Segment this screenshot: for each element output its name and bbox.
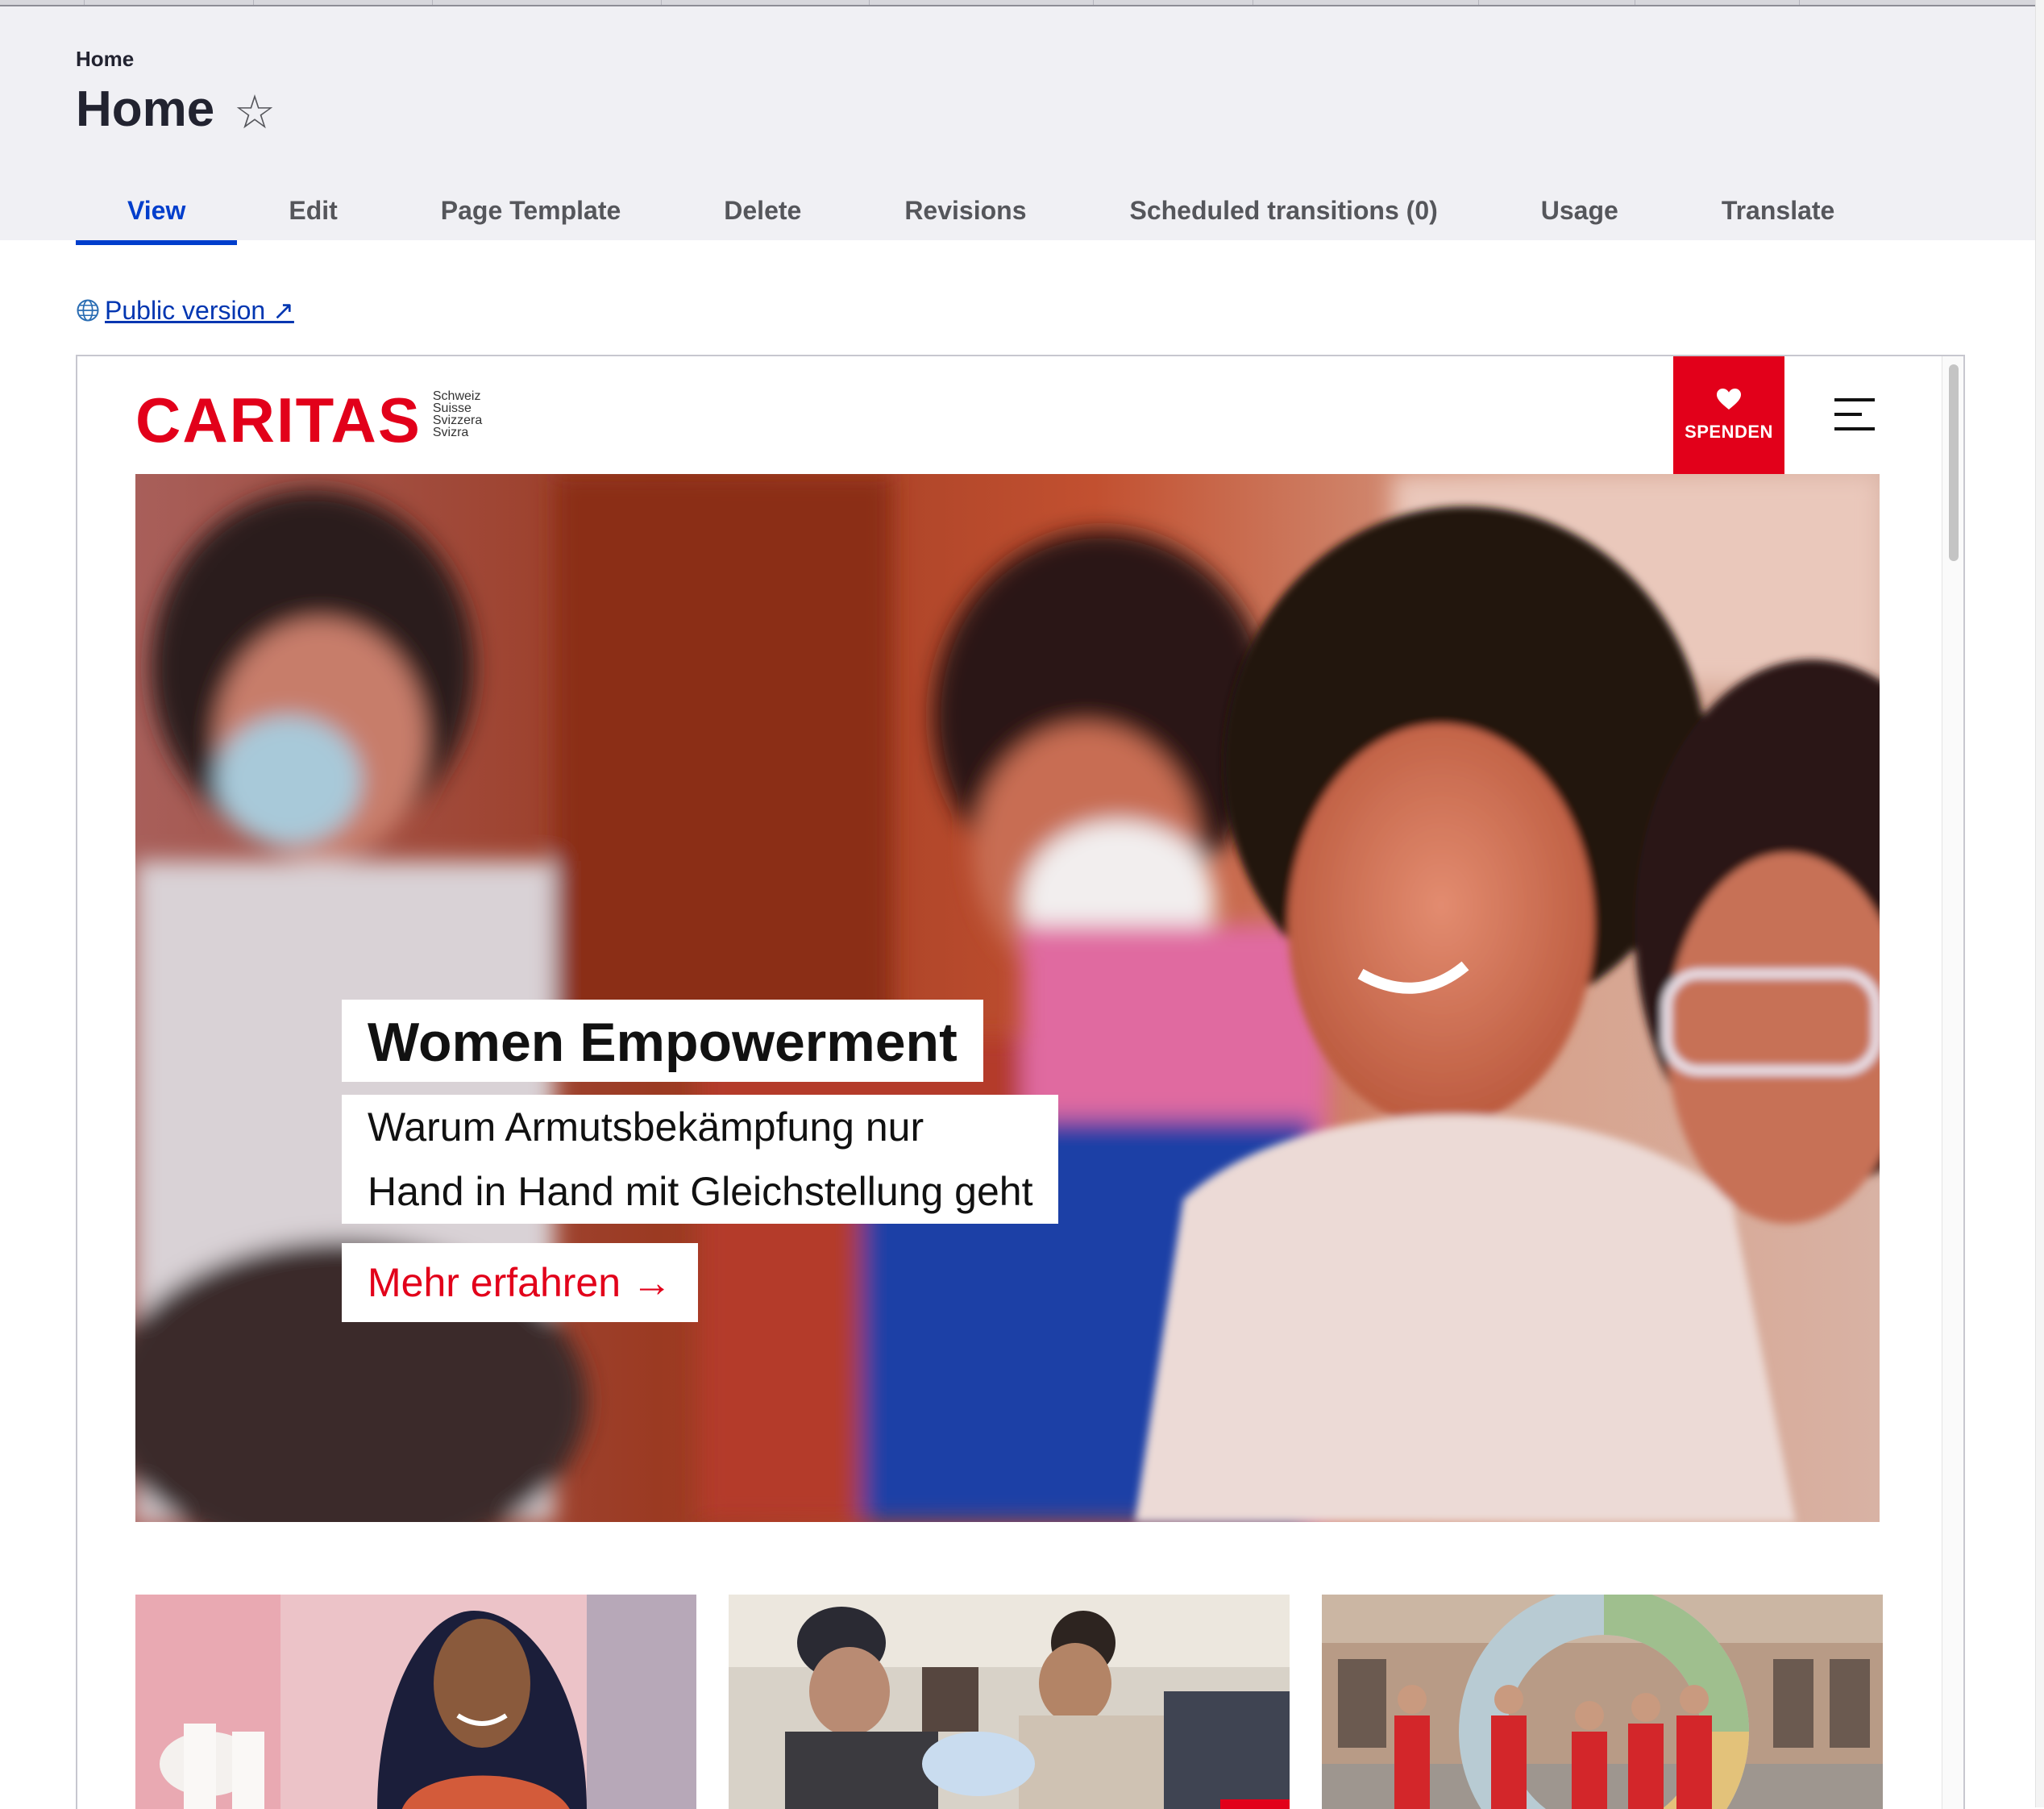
site-preview-frame: CARITAS Schweiz Suisse Svizzera Svizra S… [76,355,1965,1809]
teaser-card-image [729,1595,1290,1809]
teaser-card[interactable] [729,1595,1290,1809]
logo-languages: Schweiz Suisse Svizzera Svizra [433,390,482,439]
admin-toolbar [0,0,2044,6]
hero-section: Women Empowerment Warum Armutsbekämpfung… [135,474,1880,1522]
tab-scheduled-transitions[interactable]: Scheduled transitions (0) [1078,176,1489,245]
heart-icon [1717,389,1741,410]
page-title: Home [76,81,215,137]
tab-revisions[interactable]: Revisions [853,176,1078,245]
logo-language: Svizzera [432,414,483,427]
public-version-link[interactable]: Public version ↗ [76,295,294,326]
globe-icon [77,299,99,322]
hero-title: Women Empowerment [368,1012,958,1073]
caritas-logo[interactable]: CARITAS Schweiz Suisse Svizzera Svizra [135,389,482,451]
local-tasks-tabs: View Edit Page Template Delete Revisions… [76,176,1886,245]
tab-view[interactable]: View [76,176,238,245]
public-version-label: Public version ↗ [105,296,294,325]
hero-subtitle-line: Hand in Hand mit Gleichstellung geht [368,1159,1033,1224]
logo-wordmark: CARITAS [135,385,422,455]
tab-edit[interactable]: Edit [237,176,388,245]
preview-scrollbar[interactable] [1942,356,1963,1809]
tab-usage[interactable]: Usage [1489,176,1670,245]
tab-translate[interactable]: Translate [1670,176,1887,245]
hero-title-box: Women Empowerment [342,1000,983,1083]
star-outline-icon[interactable]: ☆ [234,87,276,139]
donate-label: SPENDEN [1685,422,1773,442]
teaser-card[interactable] [1322,1595,1883,1809]
teaser-card[interactable] [135,1595,696,1809]
teaser-card-image [135,1595,696,1809]
hero-subtitle: Warum Armutsbekämpfung nur Hand in Hand … [342,1095,1059,1224]
tab-page-template[interactable]: Page Template [389,176,672,245]
hero-cta-link[interactable]: Mehr erfahren → [342,1243,698,1322]
preview-scrollbar-thumb[interactable] [1949,364,1959,561]
breadcrumb[interactable]: Home [76,47,134,72]
page-header: Home Home ☆ View Edit Page Template Dele… [0,6,2036,245]
hamburger-menu-icon[interactable] [1834,397,1878,432]
page-scrollbar[interactable] [2035,0,2044,1807]
teaser-card-image [1322,1595,1883,1809]
donate-button[interactable]: SPENDEN [1673,356,1784,474]
logo-language: Suisse [432,401,472,415]
logo-language: Svizra [432,426,469,439]
logo-language: Schweiz [432,389,481,403]
hero-subtitle-line: Warum Armutsbekämpfung nur [368,1095,1033,1159]
hero-cta-label: Mehr erfahren → [368,1260,672,1305]
hero-image [135,474,1880,1522]
tab-delete[interactable]: Delete [672,176,853,245]
